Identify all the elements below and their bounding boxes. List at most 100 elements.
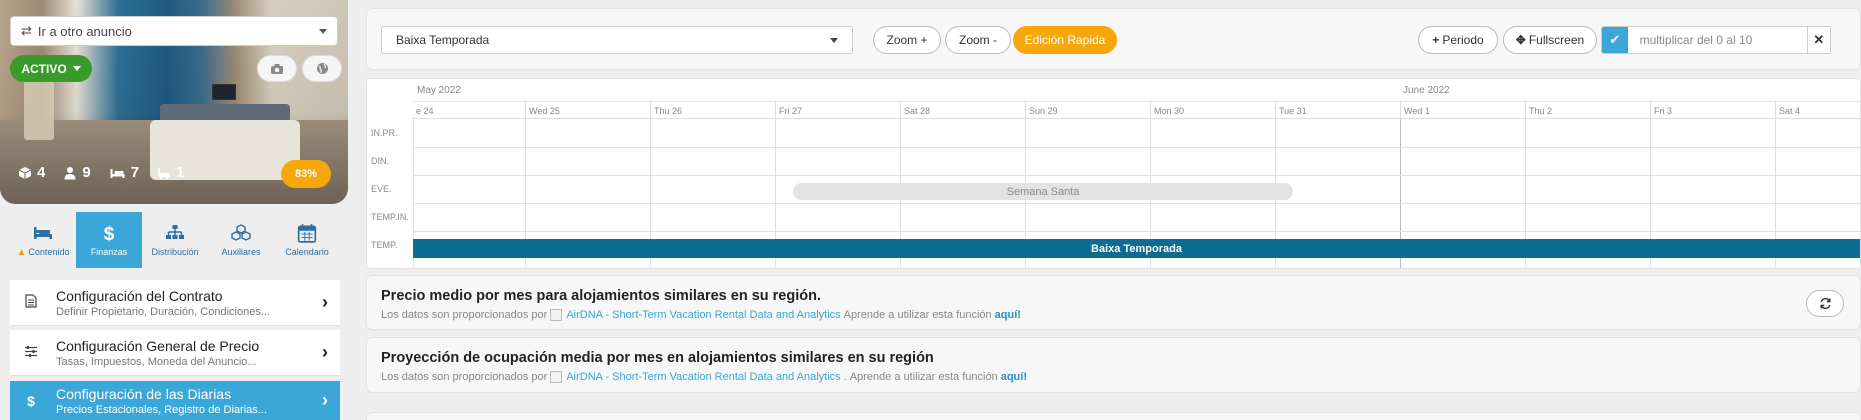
- day-header: Thu 26: [650, 102, 775, 118]
- stat-beds-value: 7: [130, 164, 140, 181]
- zoom-out-button[interactable]: Zoom -: [945, 26, 1011, 54]
- bath-icon: [158, 167, 171, 179]
- day-header: Fri 27: [775, 102, 900, 118]
- menu-contract-subtitle: Definir Propietario, Duración, Condicion…: [56, 305, 270, 318]
- day-header: Fri 3: [1650, 102, 1775, 118]
- month-label-may: May 2022: [417, 85, 461, 96]
- document-icon: [22, 294, 40, 311]
- next-panel-edge: [366, 412, 1861, 420]
- menu-contract-title: Configuración del Contrato: [56, 287, 223, 304]
- tab-contenido-label-wrap: ▲ Contenido: [17, 247, 70, 258]
- occupancy-source: Los datos son proporcionados por AirDNA …: [381, 371, 1846, 383]
- calendar-toolbar: Baixa Temporada Zoom + Zoom - Edición Ra…: [366, 8, 1861, 70]
- multiply-input[interactable]: [1627, 27, 1807, 53]
- tab-calendario[interactable]: Calendario: [274, 212, 340, 268]
- completion-badge[interactable]: 83%: [281, 160, 331, 188]
- avg-price-title: Precio medio por mes para alojamientos s…: [381, 288, 821, 304]
- arrows-icon: ✥: [1515, 33, 1526, 47]
- menu-general-price-text: Configuración General de Precio Tasas, I…: [56, 338, 322, 368]
- learn-here-link[interactable]: aquí!: [995, 309, 1021, 321]
- learn-label: Aprende a utilizar esta función: [843, 309, 992, 321]
- menu-general-price-title: Configuración General de Precio: [56, 337, 260, 354]
- chevron-right-icon: ›: [322, 342, 328, 362]
- tab-contenido[interactable]: ▲ Contenido: [10, 212, 76, 268]
- chevron-right-icon: ›: [322, 390, 328, 410]
- day-header: Sat 28: [900, 102, 1025, 118]
- multiply-apply-button[interactable]: ✔: [1602, 27, 1628, 53]
- person-icon: [64, 166, 76, 179]
- event-semana-santa[interactable]: Semana Santa: [793, 183, 1293, 200]
- stat-guests: 9: [63, 164, 91, 181]
- tab-finanzas[interactable]: $ Finanzas: [76, 212, 142, 268]
- menu-daily-rates-text: Configuración de las Diarias Precios Est…: [56, 386, 322, 416]
- chevron-down-icon: [319, 28, 327, 34]
- menu-general-price-subtitle: Tasas, Impuestos, Moneda del Anuncio...: [56, 355, 257, 368]
- check-icon: ✔: [1609, 32, 1621, 47]
- stat-baths: 1: [157, 164, 184, 181]
- learn-here-link[interactable]: aquí!: [1001, 371, 1027, 383]
- menu-contract-text: Configuración del Contrato Definir Propi…: [56, 288, 322, 318]
- close-icon: ✕: [1813, 32, 1825, 47]
- avg-price-source: Los datos son proporcionados por AirDNA …: [381, 309, 1846, 321]
- status-dropdown-button[interactable]: ACTIVO: [10, 55, 92, 82]
- chevron-down-icon: [830, 37, 838, 43]
- season-baixa-temporada[interactable]: Baixa Temporada: [413, 239, 1860, 258]
- row-label-din: DIN.: [371, 156, 389, 166]
- photo-tv: [212, 84, 236, 100]
- refresh-icon: [1820, 297, 1830, 310]
- airdna-link[interactable]: AirDNA - Short-Term Vacation Rental Data…: [566, 309, 840, 321]
- season-select[interactable]: Baixa Temporada: [381, 26, 853, 54]
- grid-row-line: [413, 147, 1860, 148]
- bed-icon: [34, 226, 52, 239]
- zoom-in-button[interactable]: Zoom +: [873, 26, 941, 54]
- tab-auxiliares-label: Auxiliares: [221, 247, 261, 257]
- row-label-temp: TEMP.: [371, 240, 398, 250]
- add-period-label: Periodo: [1442, 33, 1484, 47]
- globe-button[interactable]: [302, 55, 342, 82]
- occupancy-title: Proyección de ocupación media por mes en…: [381, 350, 934, 366]
- fullscreen-label: Fullscreen: [1528, 33, 1585, 47]
- dollar-icon: $: [104, 224, 115, 243]
- day-header: Sun 29: [1025, 102, 1150, 118]
- day-header: Thu 2: [1525, 102, 1650, 118]
- cube-icon: [18, 166, 32, 179]
- globe-icon: [316, 63, 328, 74]
- menu-general-price-settings[interactable]: Configuración General de Precio Tasas, I…: [10, 330, 340, 376]
- tab-auxiliares[interactable]: Auxiliares: [208, 212, 274, 268]
- dollar-icon: $: [27, 392, 35, 409]
- row-labels: IN.PR. DIN. EVE. TEMP.IN. TEMP.: [367, 119, 413, 259]
- day-header: Tue 31: [1275, 102, 1400, 118]
- refresh-button[interactable]: [1806, 290, 1844, 317]
- camera-button[interactable]: [257, 55, 297, 82]
- listing-nav-tabs: ▲ Contenido $ Finanzas Distribución Auxil…: [10, 212, 340, 268]
- grid-row-line: [413, 231, 1860, 232]
- tab-distribucion[interactable]: Distribución: [142, 212, 208, 268]
- day-header: Mon 30: [1150, 102, 1275, 118]
- status-label: ACTIVO: [21, 61, 67, 76]
- svg-text:$: $: [104, 224, 115, 243]
- airdna-link[interactable]: AirDNA - Short-Term Vacation Rental Data…: [566, 371, 840, 383]
- stat-guests-value: 9: [82, 164, 91, 181]
- multiply-clear-button[interactable]: ✕: [1806, 27, 1830, 53]
- tab-finanzas-label: Finanzas: [90, 247, 128, 257]
- sitemap-icon: [166, 225, 184, 239]
- day-header-row: e 24 Wed 25 Thu 26 Fri 27 Sat 28 Sun 29 …: [413, 101, 1860, 119]
- goto-listing-label: Ir a otro anuncio: [37, 23, 132, 39]
- period-text: .: [843, 371, 847, 383]
- menu-contract-settings[interactable]: Configuración del Contrato Definir Propi…: [10, 280, 340, 326]
- learn-label: Aprende a utilizar esta función: [849, 371, 998, 383]
- fullscreen-button[interactable]: ✥ Fullscreen: [1503, 26, 1597, 54]
- cubes-icon: [231, 224, 251, 241]
- airdna-logo-image: [550, 309, 563, 321]
- month-label-june: June 2022: [1403, 85, 1450, 96]
- menu-daily-rates-subtitle: Precios Estacionales, Registro de Diaria…: [56, 403, 267, 416]
- occupancy-panel: Proyección de ocupación media por mes en…: [366, 337, 1861, 393]
- goto-listing-select[interactable]: ⇄ Ir a otro anuncio: [10, 16, 338, 46]
- quick-edit-button[interactable]: Edición Rapida: [1013, 26, 1117, 54]
- menu-daily-rates-title: Configuración de las Diarias: [56, 385, 232, 402]
- menu-daily-rates-settings[interactable]: $ Configuración de las Diarias Precios E…: [10, 381, 340, 420]
- listing-sidebar: ⇄ Ir a otro anuncio ACTIVO 4 9 7 1 83% ▲…: [0, 0, 348, 420]
- day-header: Wed 25: [525, 102, 650, 118]
- add-period-button[interactable]: + Periodo: [1418, 26, 1498, 54]
- bed-icon: [110, 168, 125, 178]
